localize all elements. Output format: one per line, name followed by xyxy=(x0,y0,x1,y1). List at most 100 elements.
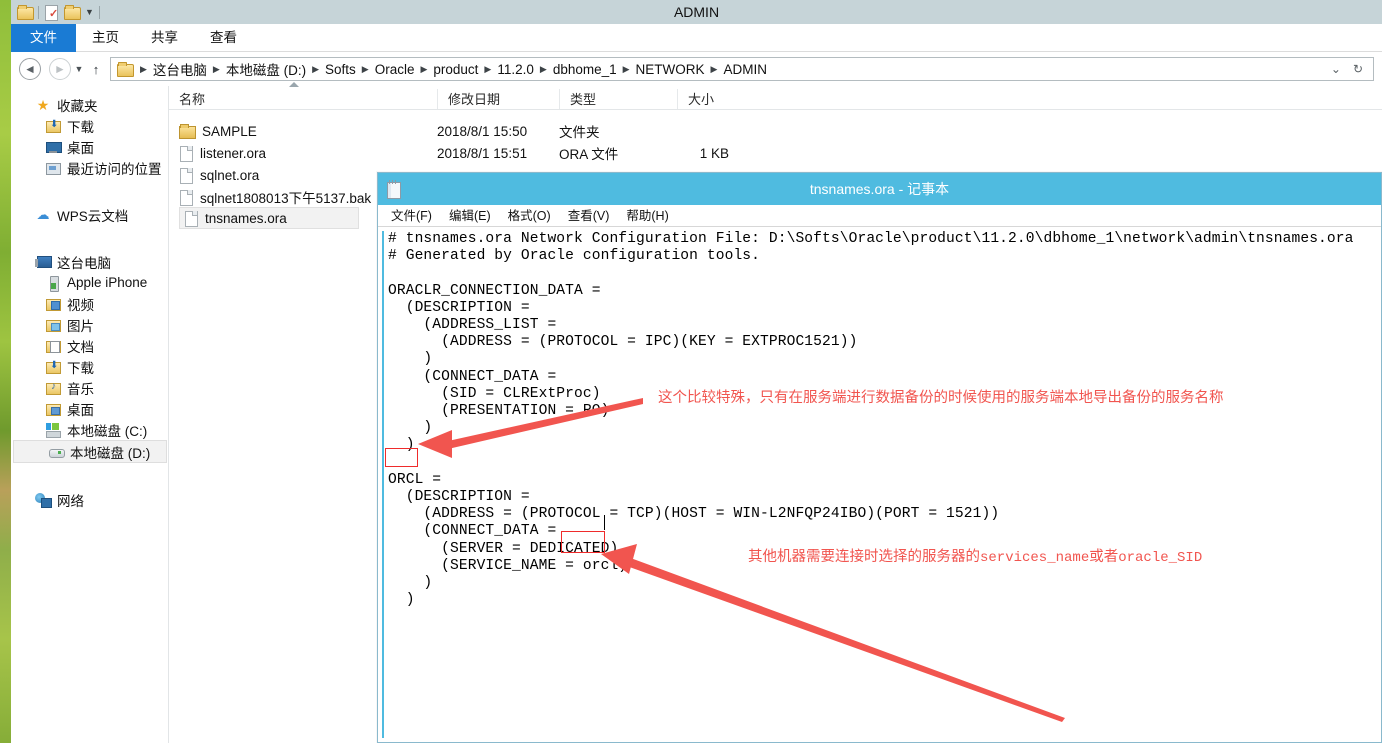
breadcrumb-item-0[interactable]: 这台电脑 xyxy=(150,59,210,79)
refresh-icon[interactable]: ↻ xyxy=(1353,62,1363,76)
sidebar-item-label: 网络 xyxy=(57,493,84,509)
tab-file[interactable]: 文件 xyxy=(11,24,76,52)
file-name-cell: tnsnames.ora xyxy=(180,210,350,227)
file-name-label: sqlnet.ora xyxy=(200,167,260,183)
column-header-name[interactable]: 名称 xyxy=(169,82,437,109)
breadcrumb-separator-icon[interactable]: ▶ xyxy=(417,64,430,75)
sidebar-item-videos[interactable]: 视频 xyxy=(11,293,168,314)
breadcrumb[interactable]: ▶ 这台电脑 ▶ 本地磁盘 (D:) ▶ Softs ▶ Oracle ▶ pr… xyxy=(110,57,1374,81)
breadcrumb-separator-icon[interactable]: ▶ xyxy=(309,64,322,75)
file-name-label: SAMPLE xyxy=(202,123,257,139)
breadcrumb-item-1[interactable]: 本地磁盘 (D:) xyxy=(223,59,309,79)
breadcrumb-separator-icon[interactable]: ▶ xyxy=(137,64,150,75)
sidebar-item-label: 桌面 xyxy=(67,402,94,418)
menu-help[interactable]: 帮助(H) xyxy=(619,206,675,226)
notepad-window: tnsnames.ora - 记事本 文件(F) 编辑(E) 格式(O) 查看(… xyxy=(377,172,1382,743)
sidebar-item-recent-places[interactable]: 最近访问的位置 xyxy=(11,157,168,178)
up-button[interactable]: ↑ xyxy=(87,62,105,77)
table-row[interactable]: SAMPLE 2018/8/1 15:50 文件夹 xyxy=(169,120,757,142)
file-icon xyxy=(179,189,193,206)
file-name-cell: listener.ora xyxy=(169,145,437,162)
sidebar-item-downloads-2[interactable]: 下载 xyxy=(11,356,168,377)
orcl-value-box xyxy=(561,531,605,553)
table-row[interactable]: tnsnames.ora xyxy=(179,207,359,229)
sidebar-item-favorites[interactable]: ★ 收藏夹 xyxy=(11,94,168,115)
text-cursor xyxy=(604,515,605,530)
tab-home[interactable]: 主页 xyxy=(76,24,135,52)
orcl-keyword-box xyxy=(385,448,418,467)
column-header-size[interactable]: 大小 xyxy=(677,89,757,109)
menu-view[interactable]: 查看(V) xyxy=(561,206,617,226)
file-name-label: tnsnames.ora xyxy=(205,210,287,226)
breadcrumb-separator-icon[interactable]: ▶ xyxy=(708,64,721,75)
column-label: 名称 xyxy=(179,92,206,107)
breadcrumb-separator-icon[interactable]: ▶ xyxy=(537,64,550,75)
column-header-date[interactable]: 修改日期 xyxy=(437,89,559,109)
sidebar-item-label: Apple iPhone xyxy=(67,275,148,290)
breadcrumb-separator-icon[interactable]: ▶ xyxy=(359,64,372,75)
sidebar-item-wps-cloud[interactable]: ☁ WPS云文档 xyxy=(11,204,168,225)
sidebar-item-network[interactable]: 网络 xyxy=(11,489,168,510)
music-folder-icon xyxy=(45,380,61,396)
sidebar-item-desktop-2[interactable]: 桌面 xyxy=(11,398,168,419)
sidebar-item-label: 收藏夹 xyxy=(57,98,98,114)
annotation-prefix: 其他机器需要连接时选择的服务器的 xyxy=(748,549,980,565)
menu-format[interactable]: 格式(O) xyxy=(501,206,558,226)
tab-share[interactable]: 共享 xyxy=(135,24,194,52)
sidebar-item-label: 桌面 xyxy=(67,140,94,156)
menu-edit[interactable]: 编辑(E) xyxy=(442,206,498,226)
menu-file[interactable]: 文件(F) xyxy=(384,206,439,226)
file-icon xyxy=(179,145,193,162)
documents-folder-icon xyxy=(45,338,61,354)
sidebar-item-this-pc[interactable]: 这台电脑 xyxy=(11,251,168,272)
file-name-label: listener.ora xyxy=(200,145,267,161)
breadcrumb-item-2[interactable]: Softs xyxy=(322,62,359,77)
tab-view[interactable]: 查看 xyxy=(194,24,253,52)
notepad-text-area[interactable]: # tnsnames.ora Network Configuration Fil… xyxy=(382,231,1377,738)
sidebar-item-local-disk-c[interactable]: 本地磁盘 (C:) xyxy=(11,419,168,440)
file-date-cell: 2018/8/1 15:51 xyxy=(437,145,528,161)
annotation-text-orclr: 这个比较特殊，只有在服务端进行数据备份的时候使用的服务端本地导出备份的服务名称 xyxy=(658,390,1224,406)
address-dropdown-icon[interactable]: ⌄ xyxy=(1331,62,1341,76)
breadcrumb-item-8[interactable]: ADMIN xyxy=(720,62,770,77)
recent-locations-caret-icon[interactable]: ▼ xyxy=(71,64,87,74)
table-row[interactable]: listener.ora 2018/8/1 15:51 ORA 文件 1 KB xyxy=(169,142,757,164)
desktop-folder-icon xyxy=(45,401,61,417)
sidebar-item-label: 本地磁盘 (D:) xyxy=(70,445,151,461)
sidebar-item-local-disk-d[interactable]: 本地磁盘 (D:) xyxy=(13,440,167,463)
breadcrumb-item-3[interactable]: Oracle xyxy=(372,62,418,77)
navigation-pane: ★ 收藏夹 下载 桌面 最近访问的位置 ☁ WPS云文档 xyxy=(11,86,169,743)
sidebar-item-downloads[interactable]: 下载 xyxy=(11,115,168,136)
sidebar-item-pictures[interactable]: 图片 xyxy=(11,314,168,335)
pictures-folder-icon xyxy=(45,317,61,333)
breadcrumb-separator-icon[interactable]: ▶ xyxy=(481,64,494,75)
breadcrumb-separator-icon[interactable]: ▶ xyxy=(210,64,223,75)
back-button[interactable]: ◄ xyxy=(19,58,41,80)
breadcrumb-item-4[interactable]: product xyxy=(430,62,481,77)
breadcrumb-item-6[interactable]: dbhome_1 xyxy=(550,62,620,77)
star-icon: ★ xyxy=(36,96,50,113)
sidebar-item-label: 下载 xyxy=(67,119,94,135)
breadcrumb-items: ▶ 这台电脑 ▶ 本地磁盘 (D:) ▶ Softs ▶ Oracle ▶ pr… xyxy=(137,59,1325,79)
sidebar-item-label: 视频 xyxy=(67,297,94,313)
breadcrumb-item-7[interactable]: NETWORK xyxy=(633,62,708,77)
sidebar-item-desktop[interactable]: 桌面 xyxy=(11,136,168,157)
column-header-type[interactable]: 类型 xyxy=(559,89,677,109)
sidebar-item-label: 文档 xyxy=(67,339,94,355)
sidebar-item-label: 这台电脑 xyxy=(57,255,111,271)
hard-drive-c-icon xyxy=(45,422,61,438)
breadcrumb-separator-icon[interactable]: ▶ xyxy=(620,64,633,75)
breadcrumb-item-5[interactable]: 11.2.0 xyxy=(494,62,537,77)
sidebar-item-apple-iphone[interactable]: Apple iPhone xyxy=(11,272,168,293)
forward-button[interactable]: ► xyxy=(49,58,71,80)
notepad-title-bar[interactable]: tnsnames.ora - 记事本 xyxy=(378,173,1381,205)
sidebar-item-documents[interactable]: 文档 xyxy=(11,335,168,356)
desktop-wallpaper-strip xyxy=(0,0,11,743)
sidebar-item-music[interactable]: 音乐 xyxy=(11,377,168,398)
sort-ascending-icon xyxy=(289,82,299,87)
notepad-menu-bar: 文件(F) 编辑(E) 格式(O) 查看(V) 帮助(H) xyxy=(378,205,1381,227)
sidebar-item-label: WPS云文档 xyxy=(57,208,129,224)
